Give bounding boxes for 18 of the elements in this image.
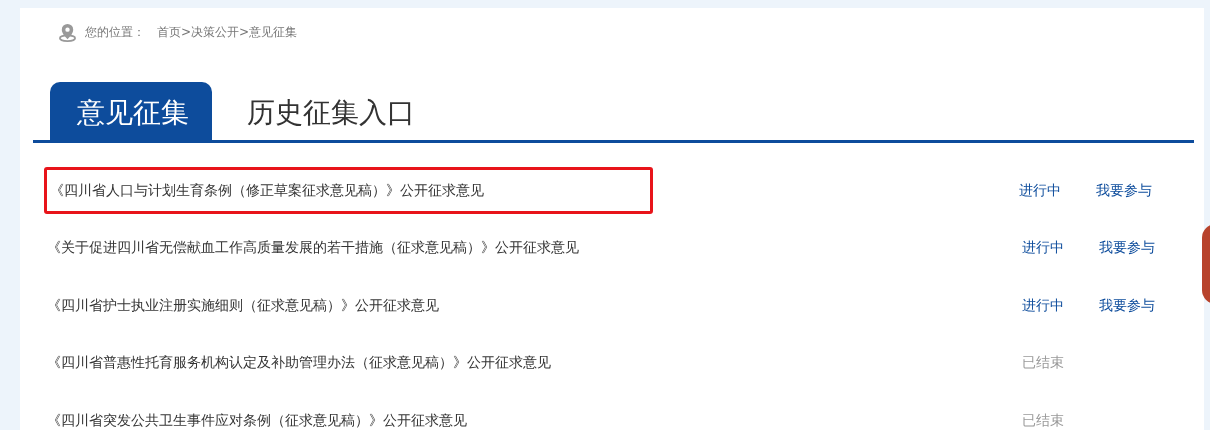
breadcrumb-path[interactable]: 首页>决策公开>意见征集: [157, 23, 298, 41]
breadcrumb-label: 您的位置：: [85, 23, 145, 41]
participate-link[interactable]: 我要参与: [1099, 296, 1155, 315]
item-title-link[interactable]: 《四川省人口与计划生育条例（修正草案征求意见稿）》公开征求意见: [50, 182, 484, 199]
tab[interactable]: 意见征集: [50, 82, 212, 140]
participate-link[interactable]: 我要参与: [1096, 181, 1152, 200]
item-title-link[interactable]: 《四川省突发公共卫生事件应对条例（征求意见稿）》公开征求意见: [47, 411, 467, 428]
item-title-link[interactable]: 《关于促进四川省无偿献血工作高质量发展的若干措施（征求意见稿）》公开征求意见: [47, 239, 579, 256]
status-text: 进行中: [1022, 239, 1065, 258]
status-text: 已结束: [1022, 411, 1065, 430]
status-text: 进行中: [1019, 181, 1062, 200]
status-text: 已结束: [1022, 354, 1065, 373]
tab[interactable]: 历史征集入口: [220, 82, 438, 140]
item-title-link[interactable]: 《四川省普惠性托育服务机构认定及补助管理办法（征求意见稿）》公开征求意见: [47, 354, 551, 371]
item-title-link[interactable]: 《四川省护士执业注册实施细则（征求意见稿）》公开征求意见: [47, 296, 439, 313]
participate-link[interactable]: 我要参与: [1099, 239, 1155, 258]
status-text: 进行中: [1022, 296, 1065, 315]
location-pin-icon: [58, 22, 77, 42]
